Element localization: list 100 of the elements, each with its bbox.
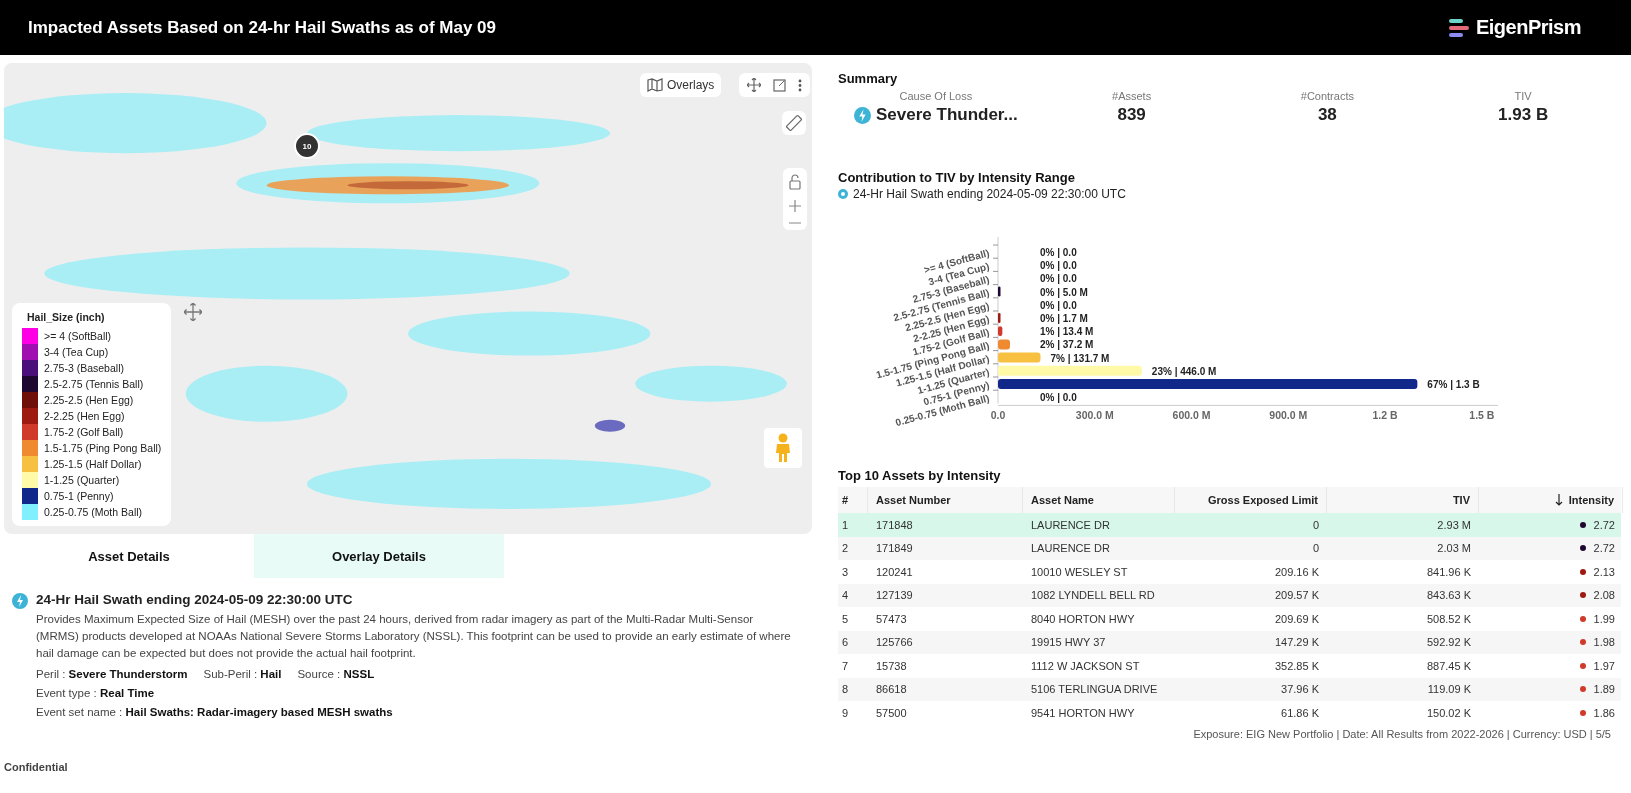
bar <box>998 339 1010 350</box>
value-label: 0% | 5.0 M <box>1040 286 1088 298</box>
stat-value: 38 <box>1317 105 1337 125</box>
legend-label: 0.25-0.75 (Moth Ball) <box>44 506 143 518</box>
overlay-fact: Event type : Real Time <box>36 687 155 699</box>
table-cell-text: 10010 WESLEY ST <box>1030 565 1129 578</box>
table-cell-text: 2.03 M <box>1436 542 1472 555</box>
table-cell-text: 57500 <box>875 706 908 719</box>
details-tab[interactable]: Overlay Details <box>254 534 504 578</box>
axis-tick-label: 1.2 B <box>1372 409 1398 422</box>
table-row[interactable]: 3 120241 10010 WESLEY ST 209.16 K 841.96 K 2.13 <box>838 560 1621 584</box>
stat-label: TIV <box>1514 90 1532 102</box>
table-cell-text: 887.45 K <box>1425 659 1472 672</box>
table-row[interactable]: 9 57500 9541 HORTON HWY 61.86 K 150.02 K 1.86 <box>838 701 1621 725</box>
stat-label: Cause Of Loss <box>899 90 973 102</box>
overlay-title: 24-Hr Hail Swath ending 2024-05-09 22:30:00 UTC <box>36 592 354 607</box>
stat-value: 1.93 B <box>1498 105 1549 125</box>
stat-value: 839 <box>1117 105 1146 125</box>
value-label: 23% | 446.0 M <box>1151 365 1217 377</box>
move-icon[interactable] <box>747 78 761 92</box>
value-label: 0% | 1.7 M <box>1040 313 1088 324</box>
table-row[interactable]: 4 127139 1082 LYNDELL BELL RD 209.57 K 843.63 K 2.08 <box>838 583 1621 607</box>
legend-label: 2.5-2.75 (Tennis Ball) <box>44 378 144 390</box>
table-cell-text: 4 <box>841 589 850 602</box>
overlays-button[interactable]: Overlays <box>640 73 722 97</box>
value-label: 0% | 0.0 <box>1040 247 1077 258</box>
map-marker[interactable]: 10 <box>294 133 320 159</box>
table-cell-text: 119.09 K <box>1426 683 1472 696</box>
chart-subtitle: 24-Hr Hail Swath ending 2024-05-09 22:30:00 UTC <box>853 187 1126 201</box>
table-cell-text: 5 <box>841 612 850 625</box>
map-icon <box>647 78 663 92</box>
ruler-button[interactable] <box>782 111 806 135</box>
overlay-fact: Peril : Severe Thunderstorm <box>36 668 188 680</box>
legend-label: >= 4 (SoftBall) <box>44 330 112 342</box>
value-label: 1% | 13.4 M <box>1040 326 1094 338</box>
table-cell-text: 6 <box>841 636 850 649</box>
lightning-icon <box>12 593 28 609</box>
axis-tick-label: 900.0 M <box>1269 409 1308 422</box>
table-cell-text: 86618 <box>875 683 908 696</box>
value-label: 0% | 0.0 <box>1040 392 1077 404</box>
drop-icon <box>838 189 848 199</box>
table-cell-text: 1082 LYNDELL BELL RD <box>1030 589 1156 602</box>
table-cell-text: 209.16 K <box>1273 565 1320 578</box>
axis-tick-label: 0.0 <box>990 409 1006 422</box>
table-cell-text: 37.96 K <box>1280 683 1320 696</box>
table-row[interactable]: 2 171849 LAURENCE DR 0 2.03 M 2.72 <box>838 536 1621 560</box>
table-cell: 1.86 <box>1593 706 1615 719</box>
stat-label: #Contracts <box>1300 90 1354 102</box>
table-row[interactable]: 6 125766 19915 HWY 37 147.29 K 592.92 K 1.98 <box>838 630 1621 654</box>
person-icon <box>774 433 792 463</box>
legend-label: 1-1.25 (Quarter) <box>44 474 120 486</box>
table-cell: 2.13 <box>1593 565 1615 578</box>
legend-label: 2.75-3 (Baseball) <box>44 362 124 374</box>
more-icon[interactable] <box>798 78 802 92</box>
table-cell-text: 5106 TERLINGUA DRIVE <box>1030 683 1159 696</box>
chart-title: Contribution to TIV by Intensity Range <box>838 170 1076 185</box>
table-title: Top 10 Assets by Intensity <box>838 468 1002 483</box>
table-cell-text: 2 <box>841 542 850 555</box>
table-cell: 2.08 <box>1593 589 1615 602</box>
table-cell-text: 15738 <box>875 659 908 672</box>
expand-icon[interactable] <box>773 78 786 92</box>
table-row[interactable]: 5 57473 8040 HORTON HWY 209.69 K 508.52 K 1.99 <box>838 607 1621 631</box>
table-cell-text: LAURENCE DR <box>1030 542 1111 555</box>
overlay-fact: Event set name : Hail Swaths: Radar-imagery based MESH swaths <box>36 706 393 718</box>
table-cell-text: 61.86 K <box>1280 706 1320 719</box>
table-cell-text: 147.29 K <box>1273 636 1320 649</box>
legend-label: 1.5-1.75 (Ping Pong Ball) <box>44 442 162 454</box>
table-cell-text: 1 <box>841 518 850 531</box>
table-cell: 2.72 <box>1593 518 1615 531</box>
table-cell-text: 841.96 K <box>1425 565 1472 578</box>
move-icon[interactable] <box>184 303 202 321</box>
bar <box>998 326 1003 337</box>
axis-tick-label: 600.0 M <box>1172 409 1211 422</box>
marker-label: 10 <box>302 141 312 151</box>
table-row[interactable]: 7 15738 1112 W JACKSON ST 352.85 K 887.45 K 1.97 <box>838 654 1621 678</box>
logo-text: EigenPrism <box>1475 16 1581 39</box>
axis-tick-label: 1.5 B <box>1469 409 1495 422</box>
table-cell-text: 209.69 K <box>1273 612 1320 625</box>
legend-title: Hail_Size (inch) <box>27 311 106 323</box>
value-label: 2% | 37.2 M <box>1040 339 1094 351</box>
legend-label: 2-2.25 (Hen Egg) <box>44 410 125 422</box>
bar <box>998 286 1001 297</box>
table-cell: 1.97 <box>1593 659 1615 672</box>
value-label: 7% | 131.7 M <box>1050 352 1110 364</box>
table-cell-text: 508.52 K <box>1425 612 1472 625</box>
overlay-fact: Source : NSSL <box>297 668 375 680</box>
table-cell-text: 8 <box>841 683 850 696</box>
table-cell-text: 57473 <box>875 612 908 625</box>
lock-icon[interactable] <box>788 174 802 190</box>
table-cell-text: 209.57 K <box>1273 589 1320 602</box>
table-cell-text: 0 <box>1311 542 1320 555</box>
legend-label: 2.25-2.5 (Hen Egg) <box>44 394 134 406</box>
table-cell-text: 120241 <box>875 565 914 578</box>
table-row[interactable]: 8 86618 5106 TERLINGUA DRIVE 37.96 K 119.09 K 1.89 <box>838 677 1621 701</box>
table-cell-text: 9541 HORTON HWY <box>1030 706 1136 719</box>
value-label: 0% | 0.0 <box>1040 273 1077 285</box>
table-row[interactable]: 1 171848 LAURENCE DR 0 2.93 M 2.72 <box>838 513 1621 537</box>
value-label: 67% | 1.3 B <box>1427 379 1480 390</box>
zoom-in-icon[interactable] <box>789 200 801 212</box>
table-cell-text: 19915 HWY 37 <box>1030 636 1107 649</box>
